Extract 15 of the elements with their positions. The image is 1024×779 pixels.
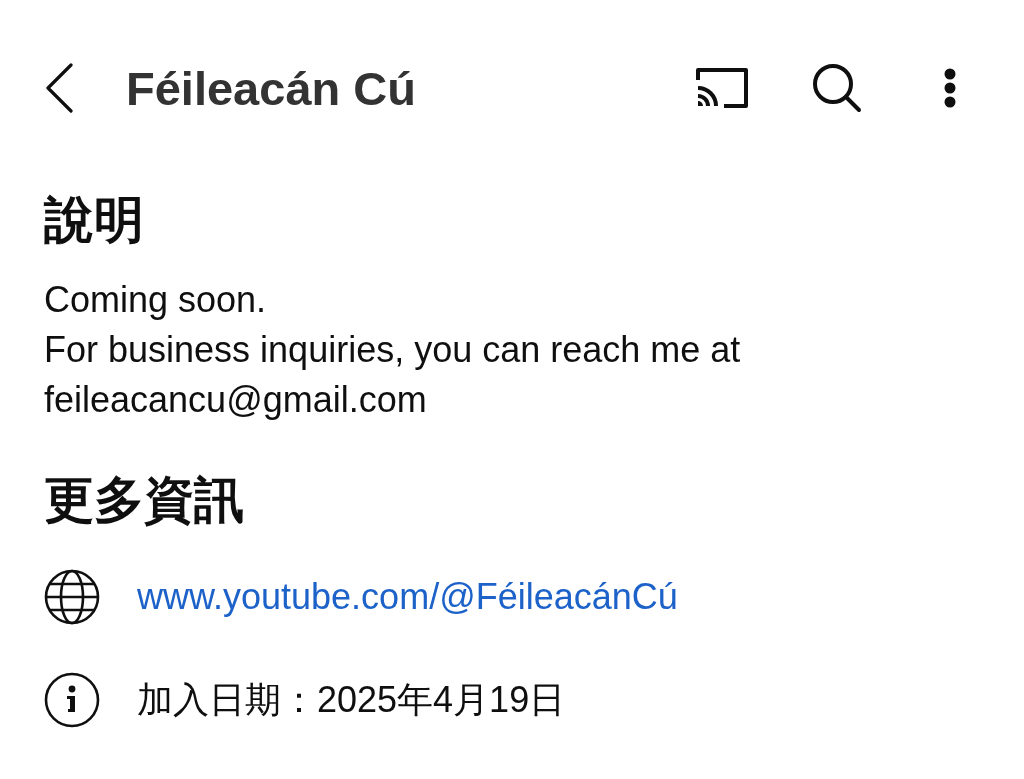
back-button[interactable] <box>44 63 74 113</box>
more-icon <box>944 68 956 108</box>
joined-date-text: 加入日期：2025年4月19日 <box>137 677 566 722</box>
description-text: Coming soon. For business inquiries, you can reach me at feileacancu@gmail.com <box>44 278 742 422</box>
search-icon <box>812 63 862 113</box>
more-button[interactable] <box>944 68 956 108</box>
cast-button[interactable] <box>695 67 749 109</box>
search-button[interactable] <box>812 63 862 113</box>
channel-link[interactable]: www.youtube.com/@FéileacánCú <box>137 576 678 618</box>
section-heading: 說明 <box>44 191 145 250</box>
globe-icon <box>44 569 100 625</box>
section-heading: 更多資訊 <box>44 471 245 530</box>
info-icon <box>44 672 100 728</box>
cast-icon <box>695 67 749 109</box>
channel-title: Féileacán Cú <box>126 60 416 116</box>
